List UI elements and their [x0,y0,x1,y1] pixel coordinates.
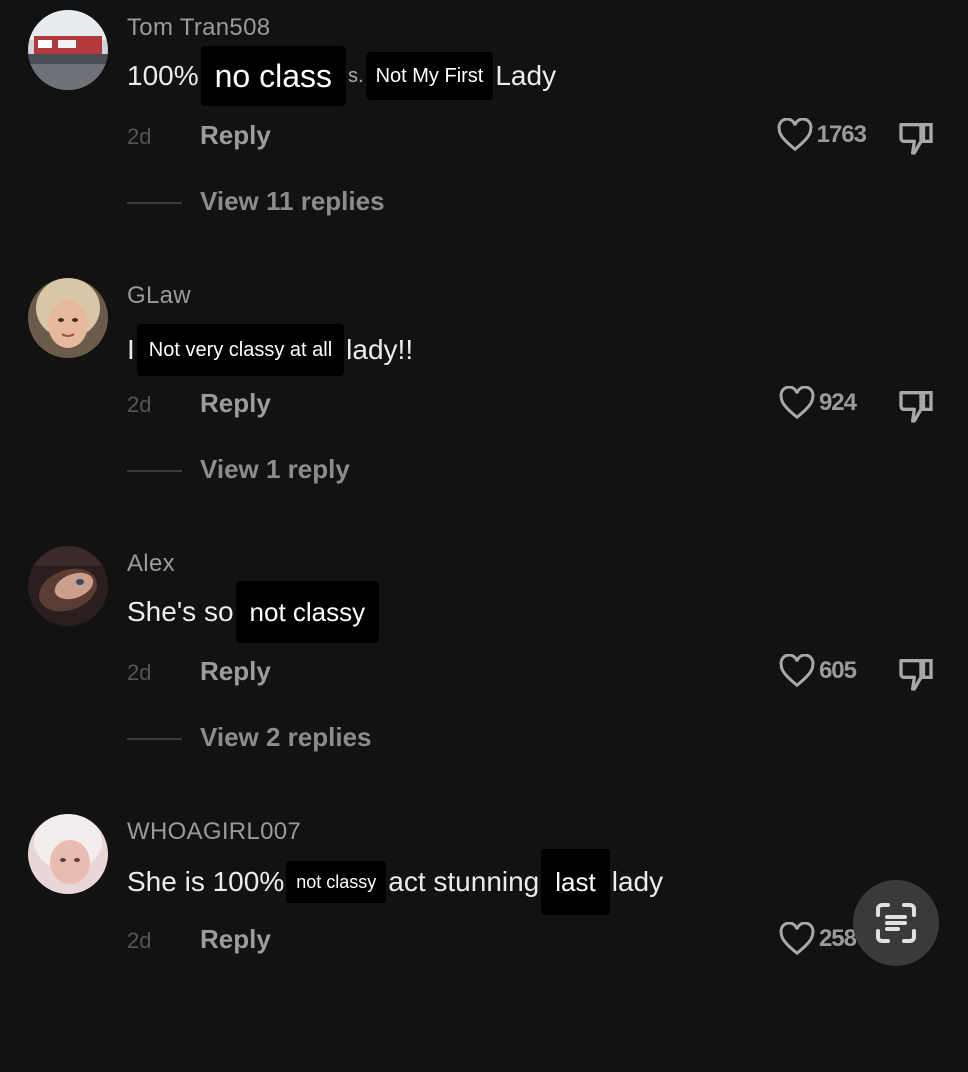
comment-username[interactable]: Alex [127,550,175,578]
redaction-label: Not My First [365,52,494,100]
comment-text: I Not very classy at all lady!! [127,322,413,378]
thumbs-down-icon [899,391,933,423]
dislike-button[interactable] [896,118,936,158]
like-button[interactable]: 1763 [777,118,867,152]
view-replies-button[interactable]: View 2 replies [200,722,372,753]
divider [127,202,182,204]
like-count: 1763 [816,121,867,148]
comment-text-segment: She's so [127,596,234,627]
comment-item: GLaw I Not very classy at all lady!! 2d … [0,268,968,536]
divider [127,738,182,740]
dislike-button[interactable] [896,654,936,694]
avatar[interactable] [28,10,108,90]
comment-text: 100% no class s. Not My First Lady [127,46,557,106]
heart-outline-icon [779,386,815,420]
redaction-label: no class [200,46,347,106]
avatar[interactable] [28,546,108,626]
comment-item: Alex She's so not classy 2d Reply 605 Vi… [0,536,968,804]
view-replies-button[interactable]: View 11 replies [200,186,385,217]
heart-outline-icon [779,654,815,688]
comment-text: She is 100% not classy act stunning last… [127,849,664,915]
comment-text-segment: s. [348,64,364,87]
thumbs-down-icon [899,659,933,691]
redaction-label: Not very classy at all [136,324,345,376]
comment-text: She's so not classy [127,581,381,643]
comment-text-segment: I [127,334,135,365]
text-scan-button[interactable] [853,880,939,966]
redaction-label: not classy [286,861,387,903]
comment-item: Tom Tran508 100% no class s. Not My Firs… [0,0,968,268]
heart-outline-icon [779,922,815,956]
comment-text-segment: lady!! [346,334,414,365]
reply-button[interactable]: Reply [200,388,271,419]
divider [127,470,182,472]
redaction-label: last [541,849,610,915]
like-count: 924 [818,389,857,416]
reply-button[interactable]: Reply [200,924,271,955]
view-replies-button[interactable]: View 1 reply [200,454,350,485]
comment-timestamp: 2d [127,124,152,149]
comment-text-segment: 100% [127,60,199,91]
comment-text-segment: lady [611,866,664,897]
comment-text-segment: Lady [495,60,557,91]
comment-text-segment: She is 100% [127,866,285,897]
like-button[interactable]: 258 [779,922,857,956]
thumbs-down-icon [899,123,933,155]
redaction-label: not classy [235,581,380,643]
text-scan-icon [876,903,916,943]
like-button[interactable]: 924 [779,386,857,420]
comment-item: WHOAGIRL007 She is 100% not classy act s… [0,804,968,1072]
comment-username[interactable]: WHOAGIRL007 [127,818,301,846]
like-count: 605 [818,657,857,684]
comment-username[interactable]: GLaw [127,282,191,310]
avatar[interactable] [28,278,108,358]
like-count: 258 [818,925,857,952]
reply-button[interactable]: Reply [200,120,271,151]
comment-text-segment: act stunning [388,866,540,897]
like-button[interactable]: 605 [779,654,857,688]
comment-timestamp: 2d [127,928,152,953]
reply-button[interactable]: Reply [200,656,271,687]
comment-timestamp: 2d [127,392,152,417]
avatar[interactable] [28,814,108,894]
heart-outline-icon [777,118,813,152]
comment-timestamp: 2d [127,660,152,685]
dislike-button[interactable] [896,386,936,426]
comment-username[interactable]: Tom Tran508 [127,14,270,42]
